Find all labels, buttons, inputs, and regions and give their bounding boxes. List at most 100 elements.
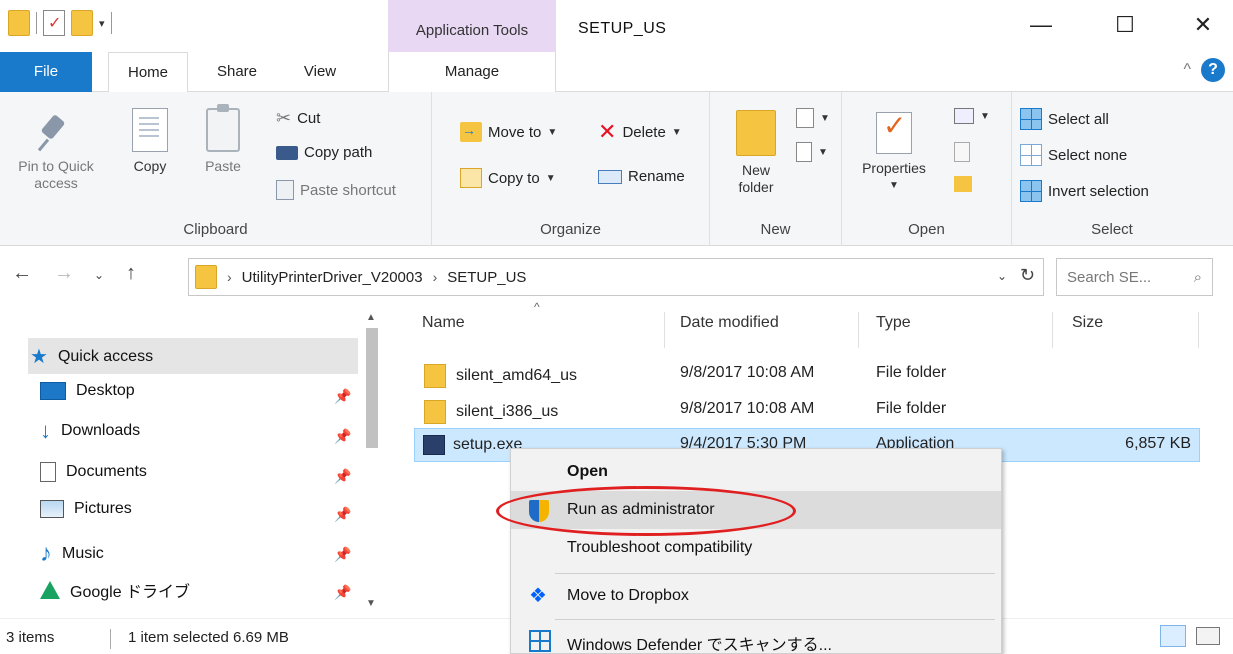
table-row[interactable]: silent_amd64_us 9/8/2017 10:08 AM File f…	[414, 358, 1200, 392]
refresh-icon[interactable]: ↻	[1020, 265, 1035, 286]
nav-scrollbar[interactable]: ▲ ▼	[360, 308, 382, 618]
recent-locations-dropdown[interactable]: ⌄	[94, 268, 104, 282]
column-header-name[interactable]: Name	[422, 314, 465, 332]
file-name-cell: silent_i386_us	[424, 400, 558, 424]
address-bar[interactable]: › UtilityPrinterDriver_V20003 › SETUP_US…	[188, 258, 1044, 296]
new-group: New folder ▼ ▼ New	[710, 92, 842, 246]
large-icons-view-icon[interactable]	[1196, 627, 1220, 645]
nav-item-quick-access[interactable]: ★ Quick access	[30, 344, 153, 369]
column-divider[interactable]	[858, 312, 859, 348]
column-header-type[interactable]: Type	[876, 314, 911, 332]
paste-button[interactable]: Paste	[198, 104, 248, 175]
select-none-button[interactable]: Select none	[1020, 144, 1127, 166]
scroll-down-icon[interactable]: ▼	[366, 598, 376, 609]
tab-file[interactable]: File	[0, 52, 92, 92]
nav-item-music[interactable]: ♪ Music	[40, 540, 104, 568]
properties-qat-icon[interactable]	[43, 10, 65, 36]
copy-to-icon	[460, 168, 482, 188]
table-row[interactable]: silent_i386_us 9/8/2017 10:08 AM File fo…	[414, 394, 1200, 428]
properties-button[interactable]: Properties ▼	[852, 112, 936, 194]
paste-shortcut-button[interactable]: Paste shortcut	[276, 180, 396, 200]
collapse-ribbon-icon[interactable]: ^	[1183, 61, 1191, 79]
easy-access-button[interactable]: ▼	[796, 142, 828, 162]
cut-label: Cut	[297, 110, 321, 127]
invert-selection-button[interactable]: Invert selection	[1020, 180, 1149, 202]
pin-icon[interactable]: 📌	[334, 584, 351, 601]
copy-to-button[interactable]: Copy to ▼	[460, 168, 556, 188]
pin-icon[interactable]: 📌	[334, 388, 351, 405]
chevron-down-icon: ▼	[818, 146, 828, 158]
new-group-label: New	[760, 221, 791, 238]
tab-home[interactable]: Home	[108, 52, 188, 93]
menu-item-label: Run as administrator	[567, 501, 715, 518]
rename-button[interactable]: Rename	[598, 168, 685, 185]
file-name: silent_amd64_us	[456, 367, 577, 385]
menu-item-troubleshoot-compatibility[interactable]: Troubleshoot compatibility	[511, 529, 1001, 567]
maximize-button[interactable]: ☐	[1110, 12, 1140, 38]
up-button[interactable]: ↑	[126, 262, 136, 285]
move-to-button[interactable]: Move to ▼	[460, 122, 557, 142]
copy-button[interactable]: Copy	[124, 108, 176, 175]
ribbon-controls: ^ ?	[1183, 58, 1225, 82]
delete-button[interactable]: ✕ Delete ▼	[598, 121, 682, 143]
new-folder-button[interactable]: New folder	[728, 110, 784, 196]
customize-qat-dropdown-icon[interactable]: ▾	[99, 17, 105, 30]
pictures-icon	[40, 500, 64, 518]
tab-manage[interactable]: Manage	[388, 52, 556, 92]
tab-share[interactable]: Share	[204, 52, 270, 92]
column-divider[interactable]	[1052, 312, 1053, 348]
select-all-button[interactable]: Select all	[1020, 108, 1109, 130]
forward-button[interactable]: →	[54, 262, 74, 285]
column-header-date-modified[interactable]: Date modified	[680, 314, 779, 332]
new-item-button[interactable]: ▼	[796, 108, 830, 128]
pin-to-quick-access-button[interactable]: Pin to Quick access	[14, 112, 98, 192]
type-cell: File folder	[876, 400, 947, 417]
back-button[interactable]: ←	[12, 262, 32, 285]
nav-item-desktop[interactable]: Desktop	[40, 382, 135, 400]
breadcrumb-item[interactable]: UtilityPrinterDriver_V20003	[242, 269, 423, 286]
file-name-cell: setup.exe	[423, 435, 522, 455]
nav-item-documents[interactable]: Documents	[40, 462, 147, 482]
details-view-icon[interactable]	[1160, 625, 1186, 647]
pin-icon[interactable]: 📌	[334, 546, 351, 563]
column-divider[interactable]	[664, 312, 665, 348]
open-dropdown-button[interactable]: ▼	[954, 108, 990, 124]
column-header-size[interactable]: Size	[1072, 314, 1103, 332]
tab-view[interactable]: View	[290, 52, 350, 92]
pin-icon[interactable]: 📌	[334, 468, 351, 485]
menu-item-windows-defender-scan[interactable]: Windows Defender でスキャンする...	[511, 621, 1001, 654]
close-button[interactable]: ✕	[1188, 12, 1218, 38]
help-icon[interactable]: ?	[1201, 58, 1225, 82]
selection-info: 1 item selected 6.69 MB	[128, 629, 289, 646]
menu-item-label: Windows Defender でスキャンする...	[567, 637, 832, 654]
nav-item-google-drive[interactable]: Google ドライブ	[40, 578, 190, 602]
edit-button[interactable]	[954, 142, 970, 162]
scroll-up-icon[interactable]: ▲	[366, 312, 376, 323]
menu-item-label: Move to Dropbox	[567, 587, 689, 604]
menu-item-open[interactable]: Open	[511, 453, 1001, 491]
quick-access-toolbar: ▾	[8, 10, 112, 36]
address-dropdown-icon[interactable]: ⌄	[997, 269, 1007, 283]
ribbon: Pin to Quick access Copy Paste ✂ Cut Cop…	[0, 92, 1233, 246]
minimize-button[interactable]: —	[1026, 12, 1056, 38]
new-folder-qat-icon[interactable]	[71, 10, 93, 36]
cut-button[interactable]: ✂ Cut	[276, 108, 320, 129]
pin-icon[interactable]: 📌	[334, 428, 351, 445]
copy-path-button[interactable]: Copy path	[276, 144, 372, 161]
chevron-down-icon: ▼	[545, 172, 556, 184]
invert-selection-icon	[1020, 180, 1042, 202]
nav-item-pictures[interactable]: Pictures	[40, 500, 132, 518]
search-input[interactable]: Search SE... ⌕	[1056, 258, 1213, 296]
sort-ascending-icon: ^	[534, 300, 540, 314]
pin-icon[interactable]: 📌	[334, 506, 351, 523]
new-item-icon	[796, 108, 814, 128]
history-button[interactable]	[954, 176, 972, 192]
menu-item-run-as-administrator[interactable]: Run as administrator	[511, 491, 1001, 529]
nav-item-downloads[interactable]: ↓ Downloads	[40, 420, 140, 442]
scrollbar-thumb[interactable]	[366, 328, 378, 448]
breadcrumb-item[interactable]: SETUP_US	[447, 269, 526, 286]
menu-item-move-to-dropbox[interactable]: ❖ Move to Dropbox	[511, 577, 1001, 615]
address-row: ← → ⌄ ↑ › UtilityPrinterDriver_V20003 › …	[0, 252, 1233, 302]
ribbon-tabs: File Home Share View Manage	[0, 52, 1233, 93]
column-divider[interactable]	[1198, 312, 1199, 348]
